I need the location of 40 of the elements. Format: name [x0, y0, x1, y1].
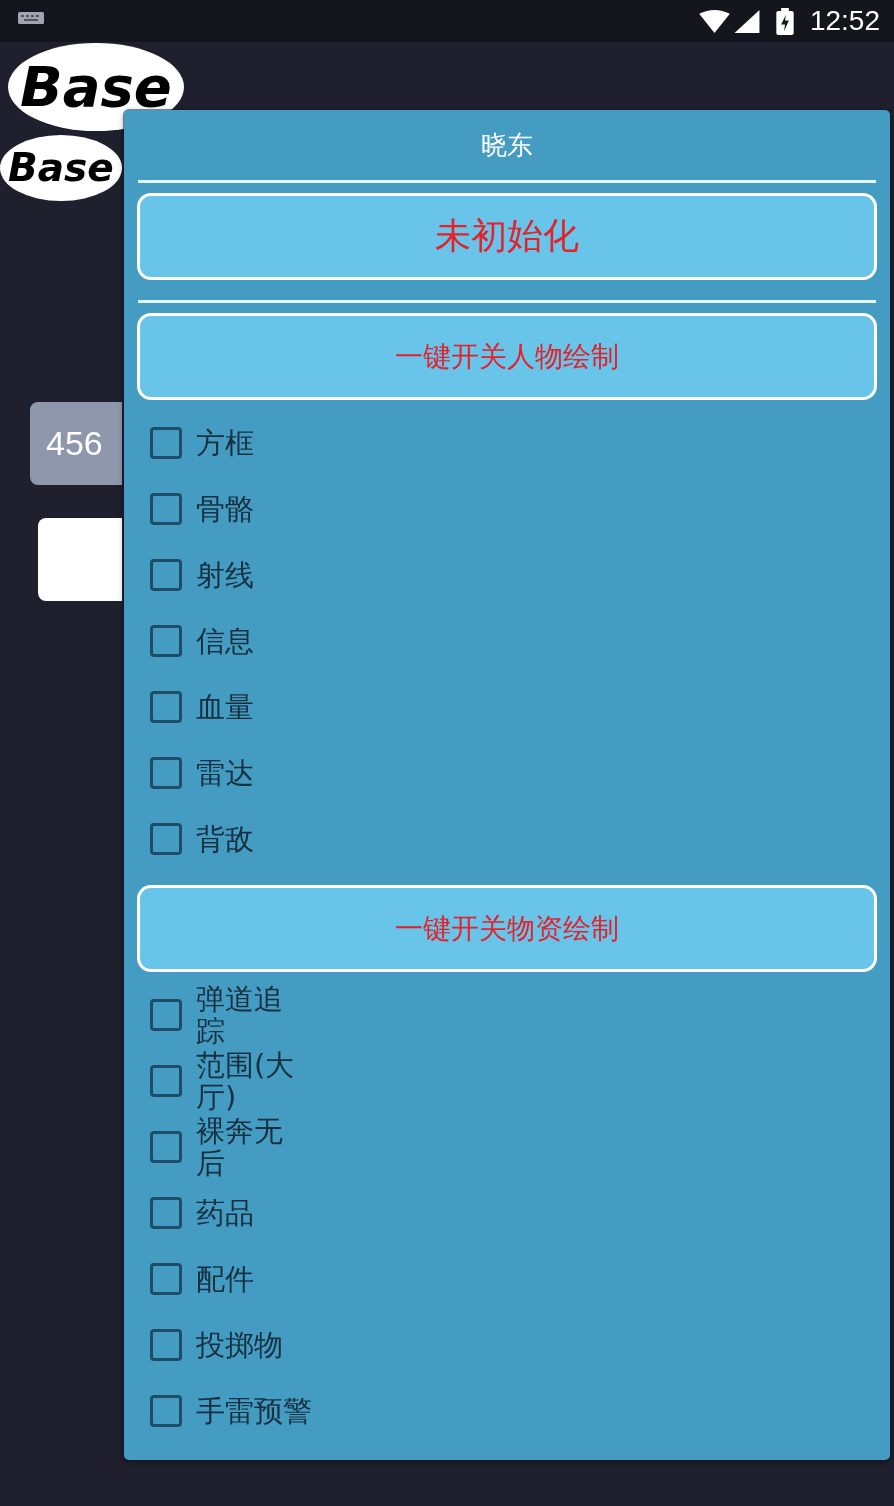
checkbox[interactable] — [150, 427, 182, 459]
status-time: 12:52 — [809, 5, 880, 37]
checkbox-label[interactable]: 配件 — [196, 1263, 254, 1295]
keyboard-icon — [18, 12, 44, 24]
checkbox-label[interactable]: 骨骼 — [196, 493, 254, 525]
checkbox-label[interactable]: 方框 — [196, 427, 254, 459]
status-button[interactable]: 未初始化 — [137, 193, 877, 280]
checkbox[interactable] — [150, 999, 182, 1031]
dialog-title: 晓东 — [481, 129, 533, 161]
toggle-button[interactable]: 一键开关人物绘制 — [137, 313, 877, 400]
toggle-button[interactable]: 一键开关物资绘制 — [137, 885, 877, 972]
input-field[interactable]: 456 — [30, 402, 122, 485]
battery-icon — [775, 7, 794, 35]
checkbox[interactable] — [150, 493, 182, 525]
checkbox-label[interactable]: 信息 — [196, 625, 254, 657]
checkbox-label[interactable]: 手雷预警 — [196, 1395, 312, 1427]
checkbox-label[interactable]: 雷达 — [196, 757, 254, 789]
logo: Base — [8, 43, 184, 131]
checkbox[interactable] — [150, 1065, 182, 1097]
checkbox[interactable] — [150, 1131, 182, 1163]
wifi-icon — [698, 9, 730, 33]
logo: Base — [0, 135, 122, 201]
checkbox[interactable] — [150, 757, 182, 789]
checkbox-label[interactable]: 射线 — [196, 559, 254, 591]
checkbox[interactable] — [150, 823, 182, 855]
checkbox[interactable] — [150, 1329, 182, 1361]
checkbox[interactable] — [150, 625, 182, 657]
checkbox-label[interactable]: 药品 — [196, 1197, 254, 1229]
checkbox-label[interactable]: 弹道追踪 — [196, 983, 300, 1047]
checkbox-label[interactable]: 投掷物 — [196, 1329, 283, 1361]
checkbox-label[interactable]: 范围(大厅) — [196, 1049, 300, 1113]
checkbox-label[interactable]: 背敌 — [196, 823, 254, 855]
signal-icon — [733, 9, 760, 33]
checkbox-label[interactable]: 裸奔无后 — [196, 1115, 300, 1179]
checkbox-label[interactable]: 血量 — [196, 691, 254, 723]
checkbox[interactable] — [150, 1197, 182, 1229]
checkbox[interactable] — [150, 1263, 182, 1295]
checkbox[interactable] — [150, 691, 182, 723]
checkbox[interactable] — [150, 1395, 182, 1427]
checkbox[interactable] — [150, 559, 182, 591]
